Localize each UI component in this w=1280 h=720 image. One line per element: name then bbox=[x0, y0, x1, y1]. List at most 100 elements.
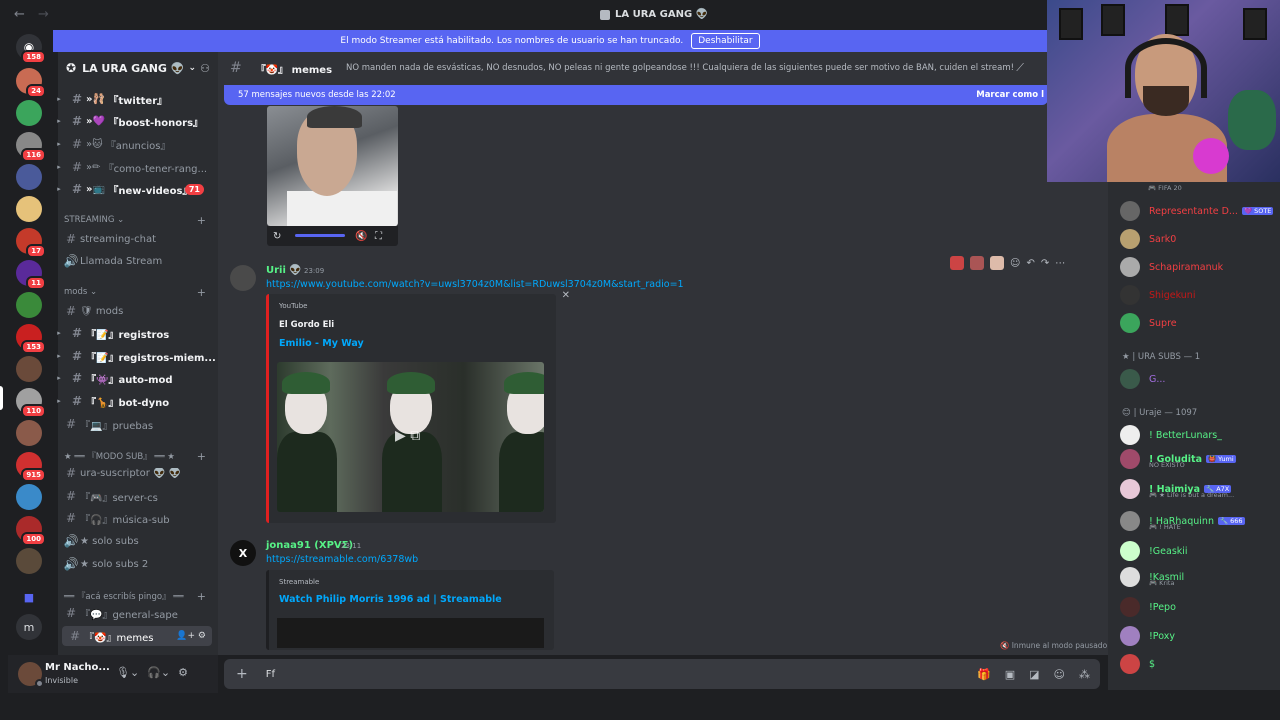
gif-icon[interactable]: ▣ bbox=[1005, 668, 1015, 681]
category-mods[interactable]: mods ⌄ + bbox=[64, 286, 214, 299]
message-link[interactable]: https://www.youtube.com/watch?v=uwsl3704… bbox=[266, 279, 684, 290]
server-icon[interactable] bbox=[16, 548, 42, 574]
sticker-icon[interactable]: ◪ bbox=[1029, 668, 1039, 681]
replay-icon[interactable]: ↻ bbox=[273, 231, 281, 242]
channel-new-videos[interactable]: ▸ # »📺 『new-videos』 71 bbox=[57, 179, 216, 199]
server-icon[interactable]: 153 bbox=[16, 324, 46, 354]
close-icon[interactable]: ✕ bbox=[562, 290, 570, 301]
reply-icon[interactable]: ↶ bbox=[1026, 258, 1034, 269]
mic-icon[interactable]: 🎙⌄ bbox=[116, 666, 139, 679]
apps-icon[interactable]: ⁂ bbox=[1079, 668, 1090, 681]
server-icon[interactable] bbox=[16, 196, 42, 222]
server-icon[interactable]: 24 bbox=[16, 68, 46, 98]
disable-streamer-mode-button[interactable]: Deshabilitar bbox=[691, 33, 760, 49]
channel-server-cs[interactable]: # 『🎮』server-cs bbox=[58, 486, 216, 506]
member-item[interactable]: ! HaRhaquinn 🔧 666 🎮 ! HATE bbox=[1120, 510, 1280, 532]
new-messages-bar[interactable]: 57 mensajes nuevos desde las 22:02 Marca… bbox=[224, 85, 1048, 105]
gift-icon[interactable]: 🎁 bbox=[977, 668, 991, 681]
server-icon[interactable] bbox=[16, 484, 42, 510]
server-icon[interactable]: 116 bbox=[16, 132, 46, 162]
video-attachment[interactable] bbox=[267, 106, 398, 226]
member-item[interactable]: $ bbox=[1120, 653, 1280, 675]
message-input[interactable]: + Ff 🎁 ▣ ◪ ☺ ⁂ bbox=[224, 659, 1100, 689]
server-icon[interactable]: 17 bbox=[16, 228, 46, 258]
category-streaming[interactable]: STREAMING ⌄ + bbox=[64, 214, 214, 227]
streamable-thumbnail[interactable] bbox=[277, 618, 544, 648]
member-item[interactable]: Representante D... 💜 SOTE bbox=[1120, 200, 1280, 222]
add-channel-icon[interactable]: + bbox=[197, 450, 206, 463]
member-item[interactable]: !Pepo bbox=[1120, 596, 1280, 618]
more-options-icon[interactable]: ⋯ bbox=[1055, 258, 1065, 269]
member-item[interactable]: !Kasmil 🎮 Krita bbox=[1120, 566, 1280, 588]
message-author[interactable]: jonaa91 (XPVΣ) bbox=[266, 540, 353, 551]
pin-icon[interactable]: ⟋ bbox=[1016, 61, 1024, 75]
message-link[interactable]: https://streamable.com/6378wb bbox=[266, 554, 418, 565]
add-channel-icon[interactable]: + bbox=[197, 590, 206, 603]
message-input-text[interactable]: Ff bbox=[266, 669, 275, 680]
forward-arrow-icon[interactable]: → bbox=[38, 7, 49, 22]
add-reaction-icon[interactable]: ☺ bbox=[1010, 258, 1020, 269]
volume-icon[interactable]: 🔇 bbox=[355, 231, 367, 242]
server-icon-la-ura-gang[interactable]: 110 bbox=[16, 388, 46, 418]
channel-settings-icons[interactable]: 👤+ ⚙ bbox=[176, 631, 206, 641]
category-aca-escribis-pingo[interactable]: ══ 『acá escribís pingo』 ══ + bbox=[64, 590, 214, 603]
avatar[interactable] bbox=[230, 265, 256, 291]
user-avatar[interactable] bbox=[18, 662, 44, 688]
channel-memes[interactable]: # 『🤡』memes 👤+ ⚙ bbox=[62, 626, 212, 646]
video-progress-bar[interactable] bbox=[295, 234, 345, 237]
play-icon[interactable]: ▶ ⧉ bbox=[395, 428, 420, 444]
embed-title[interactable]: Emilio - My Way bbox=[279, 338, 364, 349]
channel-auto-mod[interactable]: ▸ # 『👾』auto-mod bbox=[57, 368, 216, 388]
gear-icon[interactable]: ⚙ bbox=[178, 666, 188, 679]
channel-registros[interactable]: ▸ # 『📝』registros bbox=[57, 323, 216, 343]
direct-messages-button[interactable]: ◉ 158 bbox=[16, 34, 46, 64]
reaction-emoji[interactable] bbox=[970, 256, 984, 270]
channel-como-tener-rango[interactable]: ▸ # »✏ 『como-tener-rang... bbox=[57, 157, 216, 177]
message-author[interactable]: Urii 👽 bbox=[266, 265, 302, 276]
server-icon[interactable] bbox=[16, 420, 42, 446]
server-icon[interactable] bbox=[16, 100, 42, 126]
member-item[interactable]: Schapiramanuk bbox=[1120, 256, 1280, 278]
user-name[interactable]: Mr Nacho... bbox=[45, 662, 110, 673]
embed-title[interactable]: Watch Philip Morris 1996 ad | Streamable bbox=[279, 594, 502, 605]
channel-mods[interactable]: # 🛡 mods bbox=[58, 301, 216, 321]
fullscreen-icon[interactable]: ⛶ bbox=[375, 231, 382, 242]
headset-icon[interactable]: 🎧⌄ bbox=[147, 666, 170, 679]
invite-people-icon[interactable]: ⚇ bbox=[200, 62, 210, 75]
server-icon[interactable] bbox=[16, 164, 42, 190]
channel-ura-suscriptor[interactable]: # ura-suscriptor 👽 👽 bbox=[58, 463, 216, 483]
avatar[interactable]: X bbox=[230, 540, 256, 566]
server-icon[interactable] bbox=[16, 292, 42, 318]
reaction-emoji[interactable] bbox=[990, 256, 1004, 270]
attach-plus-icon[interactable]: + bbox=[236, 666, 248, 682]
server-icon-m[interactable]: m bbox=[16, 614, 42, 640]
channel-streaming-chat[interactable]: # streaming-chat bbox=[58, 229, 216, 249]
channel-musica-sub[interactable]: # 『🎧』música-sub bbox=[58, 508, 216, 528]
channel-general-sape[interactable]: # 『💬』general-sape bbox=[58, 603, 216, 623]
member-item[interactable]: G... bbox=[1120, 368, 1280, 390]
channel-anuncios[interactable]: ▸ # »🐱 『anuncios』 bbox=[57, 134, 216, 154]
member-item[interactable]: ! Goludita 👹 Yumi NO EXISTO bbox=[1120, 448, 1280, 470]
member-item[interactable]: Shigekuni bbox=[1120, 284, 1280, 306]
server-icon[interactable]: 11 bbox=[16, 260, 46, 290]
channel-pruebas[interactable]: # 『💻』pruebas bbox=[58, 414, 216, 434]
channel-bot-dyno[interactable]: ▸ # 『🦒』bot-dyno bbox=[57, 391, 216, 411]
member-item[interactable]: Supre bbox=[1120, 312, 1280, 334]
embed-author[interactable]: El Gordo Eli bbox=[279, 320, 334, 330]
member-item[interactable]: Sark0 bbox=[1120, 228, 1280, 250]
back-arrow-icon[interactable]: ← bbox=[14, 7, 25, 22]
member-item[interactable]: !Poxy bbox=[1120, 625, 1280, 647]
guild-header[interactable]: ✪ LA URA GANG 👽 ⌄ ⚇ bbox=[58, 52, 218, 84]
voice-channel-solo-subs[interactable]: 🔊 ★ solo subs bbox=[58, 531, 216, 551]
channel-topic[interactable]: NO manden nada de esvásticas, NO desnudo… bbox=[346, 63, 1014, 73]
channel-registros-miembros[interactable]: ▸ # 『📝』registros-miem... bbox=[57, 346, 216, 366]
category-modo-sub[interactable]: ★ ══ 『MODO SUB』 ══ ★ + bbox=[64, 450, 214, 463]
server-folder-icon[interactable]: ■ bbox=[16, 584, 42, 610]
youtube-thumbnail[interactable]: ▶ ⧉ bbox=[277, 362, 544, 512]
member-item[interactable]: !Geaskii bbox=[1120, 540, 1280, 562]
server-icon[interactable]: 915 bbox=[16, 452, 46, 482]
member-item[interactable]: ! BetterLunars_ bbox=[1120, 424, 1280, 446]
forward-icon[interactable]: ↷ bbox=[1041, 258, 1049, 269]
server-icon[interactable]: 100 bbox=[16, 516, 46, 546]
voice-channel-solo-subs-2[interactable]: 🔊 ★ solo subs 2 bbox=[58, 554, 216, 574]
